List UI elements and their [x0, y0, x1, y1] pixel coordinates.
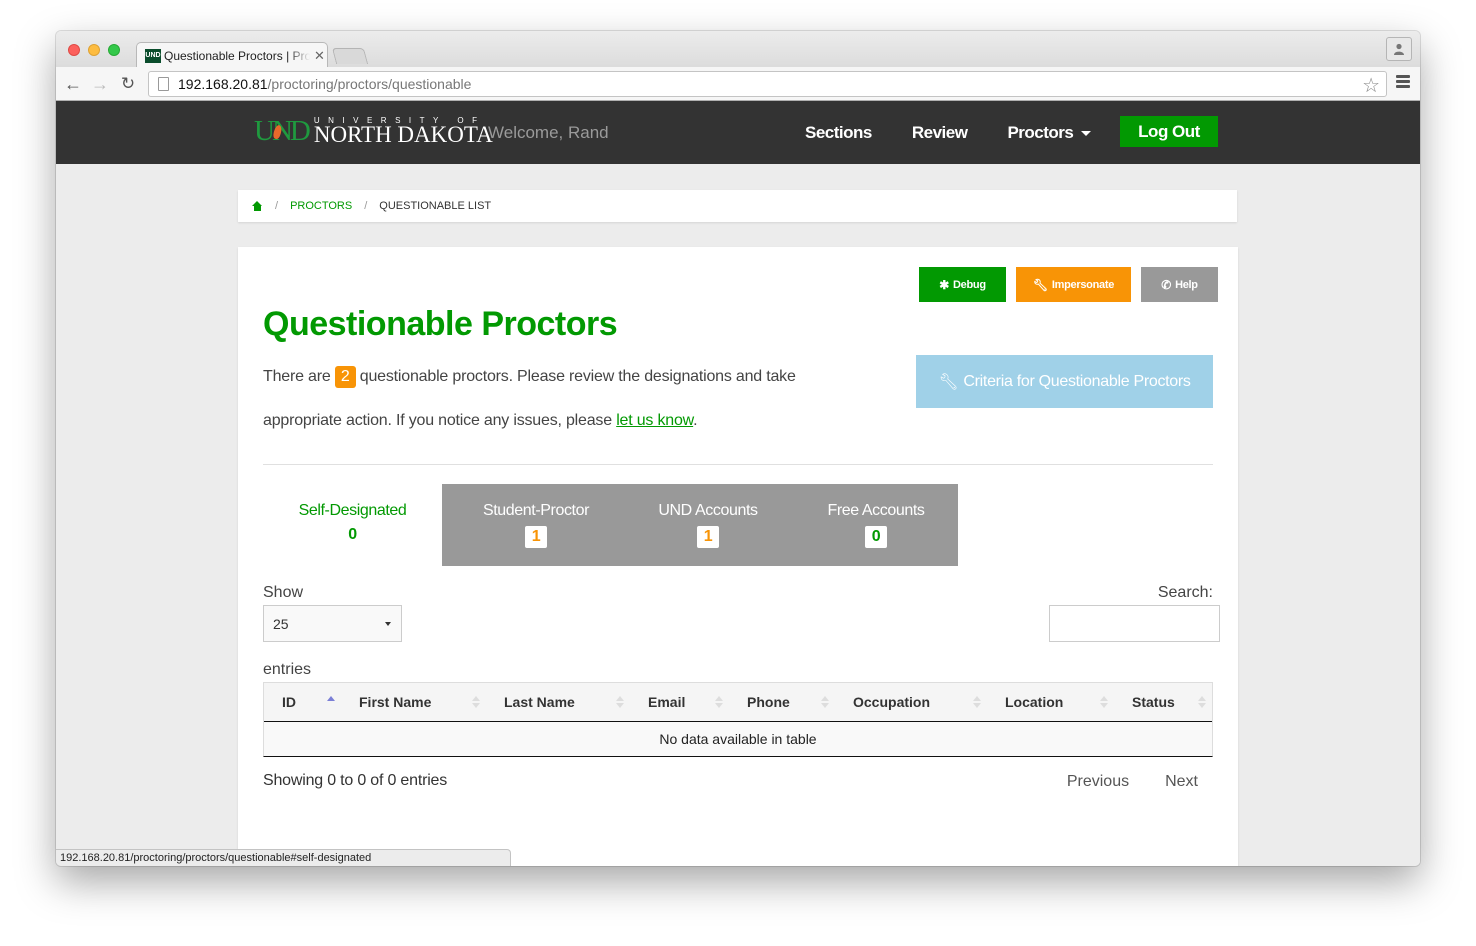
- tab-close-icon[interactable]: ✕: [314, 48, 325, 64]
- debug-button[interactable]: ✱ Debug: [919, 267, 1006, 302]
- column-header-last-name[interactable]: Last Name: [486, 683, 630, 721]
- page-icon: [158, 77, 169, 91]
- impersonate-button[interactable]: 🔧︎ Impersonate: [1016, 267, 1131, 302]
- site-navbar: UND UNIVERSITY OF NORTH DAKOTA Welcome, …: [56, 101, 1420, 164]
- column-header-first-name[interactable]: First Name: [341, 683, 486, 721]
- url-path: /proctoring/proctors/questionable: [267, 76, 472, 92]
- sort-icon: [1198, 696, 1206, 710]
- tab-count: 0: [864, 526, 888, 548]
- favicon-icon: UND: [145, 48, 161, 63]
- logo-north-dakota: NORTH DAKOTA: [313, 122, 493, 147]
- questionable-count-badge: 2: [334, 366, 356, 388]
- entries-label: entries: [263, 661, 312, 678]
- logout-button[interactable]: Log Out: [1120, 116, 1218, 147]
- browser-toolbar: ← → ↻ 192.168.20.81/proctoring/proctors/…: [56, 67, 1420, 101]
- url-host: 192.168.20.81: [178, 76, 268, 92]
- let-us-know-link[interactable]: let us know: [616, 412, 693, 429]
- sort-icon: [973, 696, 981, 710]
- back-arrow-icon[interactable]: ←: [62, 73, 84, 95]
- browser-window: UND Questionable Proctors | Proctoring ✕…: [56, 31, 1420, 866]
- divider: [263, 464, 1213, 465]
- sort-icon: [821, 696, 829, 710]
- column-header-status[interactable]: Status: [1114, 683, 1212, 721]
- address-bar[interactable]: 192.168.20.81/proctoring/proctors/questi…: [148, 71, 1387, 97]
- next-page-button[interactable]: Next: [1165, 773, 1198, 791]
- wrench-icon: 🔧︎: [1032, 277, 1048, 292]
- search-input[interactable]: [1049, 605, 1220, 642]
- table-info: Showing 0 to 0 of 0 entries: [263, 772, 448, 789]
- tab-count: 1: [696, 526, 720, 548]
- select-arrow-icon: [385, 622, 391, 626]
- home-icon[interactable]: [252, 200, 263, 212]
- column-header-phone[interactable]: Phone: [729, 683, 835, 721]
- nav-proctors-label: Proctors: [1007, 123, 1074, 142]
- breadcrumb-proctors[interactable]: Proctors: [290, 200, 352, 212]
- page-viewport: UND UNIVERSITY OF NORTH DAKOTA Welcome, …: [56, 101, 1420, 866]
- close-window-button[interactable]: [68, 44, 80, 56]
- page-length-select[interactable]: 25: [263, 605, 402, 642]
- tab-free-accounts[interactable]: Free Accounts 0: [794, 484, 958, 566]
- breadcrumb: / Proctors / Questionable List: [238, 190, 1237, 222]
- reload-icon[interactable]: ↻: [117, 73, 139, 95]
- browser-status-bar: 192.168.20.81/proctoring/proctors/questi…: [56, 849, 511, 866]
- tab-self-designated[interactable]: Self-Designated 0: [263, 484, 442, 566]
- logo-und-mark: UND: [254, 117, 311, 146]
- forward-arrow-icon[interactable]: →: [89, 73, 111, 95]
- tab-count: 0: [348, 526, 357, 543]
- tab-count: 1: [524, 526, 548, 548]
- intro-text: There are 2 questionable proctors. Pleas…: [263, 366, 796, 429]
- criteria-button[interactable]: 🔧︎ Criteria for Questionable Proctors: [916, 355, 1213, 408]
- column-header-location[interactable]: Location: [987, 683, 1114, 721]
- und-logo[interactable]: UND UNIVERSITY OF NORTH DAKOTA: [254, 117, 493, 147]
- nav-proctors-dropdown[interactable]: Proctors: [1007, 123, 1092, 143]
- minimize-window-button[interactable]: [88, 44, 100, 56]
- gear-icon: ✱: [939, 277, 950, 292]
- wrench-icon: 🔧︎: [938, 373, 959, 391]
- column-header-id[interactable]: ID: [264, 683, 341, 721]
- new-tab-button[interactable]: [331, 48, 369, 64]
- help-button[interactable]: ✆ Help: [1141, 267, 1218, 302]
- breadcrumb-separator: /: [275, 200, 279, 212]
- breadcrumb-separator: /: [364, 200, 368, 212]
- sort-icon: [616, 696, 624, 710]
- nav-review[interactable]: Review: [912, 123, 968, 143]
- search-label: Search:: [1157, 584, 1213, 601]
- show-label: Show: [263, 584, 304, 601]
- sort-icon: [715, 696, 723, 710]
- profile-icon[interactable]: [1386, 37, 1412, 61]
- tab-und-accounts[interactable]: UND Accounts 1: [622, 484, 794, 566]
- column-header-occupation[interactable]: Occupation: [835, 683, 987, 721]
- welcome-text: Welcome, Rand: [488, 123, 609, 142]
- pagination: Previous Next: [1031, 773, 1198, 791]
- menu-hamburger-icon[interactable]: [1396, 75, 1410, 90]
- column-header-email[interactable]: Email: [630, 683, 729, 721]
- sort-icon: [1100, 696, 1108, 710]
- sort-asc-icon: [327, 696, 335, 710]
- bookmark-star-icon[interactable]: ☆: [1362, 73, 1380, 98]
- sort-icon: [472, 696, 480, 710]
- content-card: ✱ Debug 🔧︎ Impersonate ✆ Help Questionable …: [238, 247, 1238, 866]
- proctors-table: ID First Name Last Name Email Phone Occu…: [263, 682, 1213, 757]
- caret-down-icon: [1081, 131, 1092, 137]
- empty-table-row: No data available in table: [264, 722, 1212, 756]
- designation-tabs: Self-Designated 0 Student-Proctor 1 UND …: [263, 484, 958, 566]
- nav-sections[interactable]: Sections: [805, 123, 872, 143]
- table-header: ID First Name Last Name Email Phone Occu…: [264, 683, 1212, 722]
- page-title: Questionable Proctors: [263, 305, 618, 343]
- previous-page-button[interactable]: Previous: [1067, 773, 1129, 791]
- tab-title: Questionable Proctors | Proctoring: [164, 48, 310, 63]
- breadcrumb-current: Questionable List: [379, 200, 492, 212]
- tab-student-proctor[interactable]: Student-Proctor 1: [450, 484, 622, 566]
- browser-titlebar: UND Questionable Proctors | Proctoring ✕: [56, 31, 1420, 68]
- phone-icon: ✆: [1161, 277, 1172, 292]
- zoom-window-button[interactable]: [108, 44, 120, 56]
- browser-tab[interactable]: UND Questionable Proctors | Proctoring ✕: [136, 42, 328, 68]
